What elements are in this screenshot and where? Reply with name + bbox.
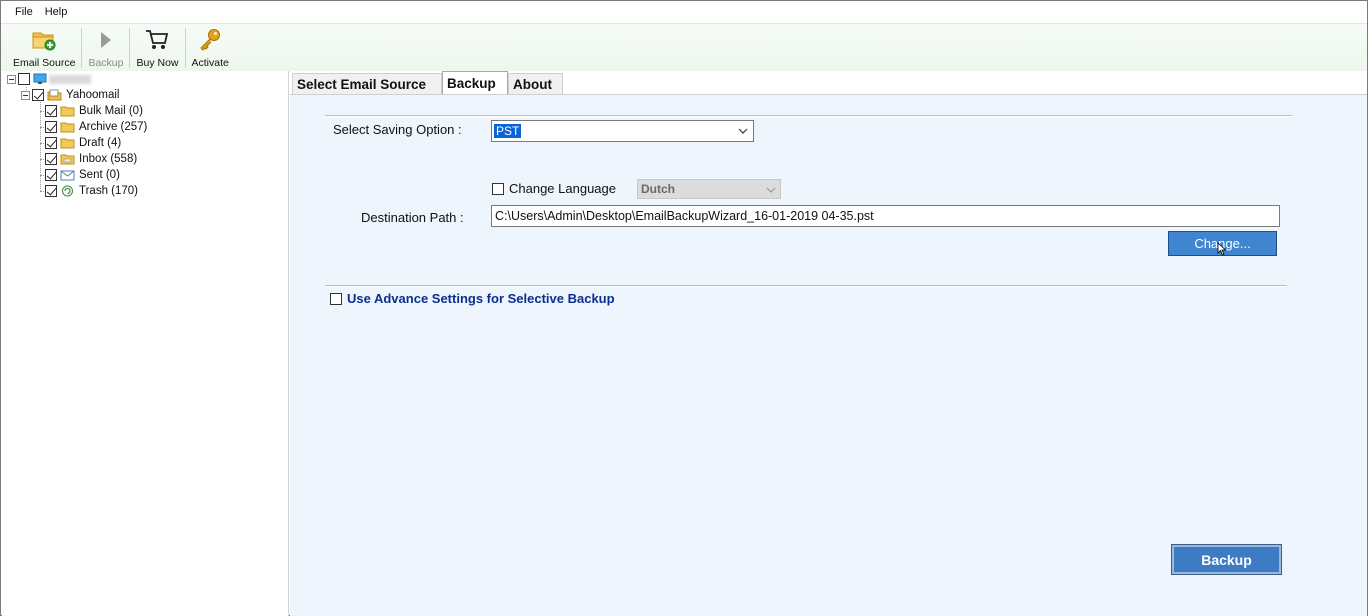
- divider: [325, 115, 1292, 117]
- change-language-box[interactable]: [492, 182, 504, 195]
- tree-folder[interactable]: Trash (170): [45, 183, 138, 199]
- mail-account-icon: [47, 89, 62, 101]
- app-window: File Help Email Source Backup Buy Now Ac…: [0, 0, 1368, 616]
- folder-label: Archive (257): [79, 121, 148, 133]
- tab-backup[interactable]: Backup: [442, 71, 508, 94]
- tree-folder[interactable]: Inbox (558): [45, 151, 137, 167]
- folder-label: Trash (170): [79, 185, 139, 197]
- menu-file[interactable]: File: [9, 6, 39, 18]
- activate-label: Activate: [191, 57, 229, 69]
- backup-button[interactable]: Backup: [1171, 544, 1282, 575]
- account-checkbox[interactable]: [32, 89, 44, 101]
- buy-now-button[interactable]: Buy Now: [130, 24, 184, 70]
- tab-strip: Select Email Source Backup About: [290, 71, 1367, 94]
- account-label: Yahoomail: [66, 89, 120, 101]
- folder-icon: [60, 137, 75, 149]
- change-language-label: Change Language: [509, 181, 616, 196]
- menu-help[interactable]: Help: [39, 6, 74, 18]
- chevron-down-icon: [766, 183, 776, 197]
- backup-button-label: Backup: [1201, 551, 1252, 568]
- folder-checkbox[interactable]: [45, 105, 57, 117]
- root-checkbox[interactable]: [18, 73, 30, 85]
- add-folder-icon: [31, 27, 57, 53]
- chevron-down-icon: [738, 124, 748, 138]
- main-panel: Select Email Source Backup About Select …: [290, 71, 1367, 616]
- folder-checkbox[interactable]: [45, 153, 57, 165]
- tree-account-yahoomail[interactable]: Yahoomail: [21, 87, 120, 103]
- divider: [325, 285, 1287, 287]
- saving-option-label: Select Saving Option :: [333, 122, 462, 137]
- root-name-redacted: [49, 74, 91, 84]
- folder-checkbox[interactable]: [45, 137, 57, 149]
- tree-folder[interactable]: Sent (0): [45, 167, 120, 183]
- backup-toolbar-button[interactable]: Backup: [82, 24, 129, 70]
- folder-label: Inbox (558): [79, 153, 138, 165]
- email-source-button[interactable]: Email Source: [7, 24, 81, 70]
- play-icon: [93, 27, 119, 53]
- email-source-label: Email Source: [13, 57, 76, 69]
- inbox-folder-icon: [60, 153, 75, 165]
- activate-button[interactable]: Activate: [186, 24, 235, 70]
- language-select: Dutch: [637, 179, 781, 199]
- change-language-checkbox[interactable]: Change Language: [492, 181, 616, 196]
- tree-folder[interactable]: Draft (4): [45, 135, 121, 151]
- destination-path-input[interactable]: C:\Users\Admin\Desktop\EmailBackupWizard…: [491, 205, 1280, 227]
- backup-tab-body: Select Saving Option : PST Change Langua…: [290, 94, 1367, 616]
- tree-root[interactable]: [7, 71, 91, 87]
- backup-toolbar-label: Backup: [88, 57, 124, 69]
- cart-icon: [144, 27, 170, 53]
- advance-settings-checkbox[interactable]: Use Advance Settings for Selective Backu…: [330, 291, 615, 306]
- advance-settings-label: Use Advance Settings for Selective Backu…: [347, 291, 615, 306]
- collapse-icon[interactable]: [7, 74, 16, 84]
- mouse-cursor-icon: [1217, 242, 1227, 256]
- trash-folder-icon: [60, 185, 75, 197]
- saving-option-select[interactable]: PST: [491, 120, 754, 142]
- tree-folder[interactable]: Archive (257): [45, 119, 147, 135]
- folder-label: Draft (4): [79, 137, 122, 149]
- folder-tree: Yahoomail Bulk Mail (0) Archive (257) Dr…: [2, 71, 289, 616]
- advance-settings-box[interactable]: [330, 292, 342, 305]
- buy-now-label: Buy Now: [136, 57, 179, 69]
- folder-checkbox[interactable]: [45, 169, 57, 181]
- folder-label: Sent (0): [79, 169, 120, 181]
- destination-path-label: Destination Path :: [361, 210, 464, 225]
- key-icon: [197, 27, 223, 53]
- tree-folder[interactable]: Bulk Mail (0): [45, 103, 143, 119]
- menu-bar: File Help: [1, 1, 1367, 23]
- saving-option-value: PST: [494, 124, 522, 138]
- language-value: Dutch: [641, 182, 675, 196]
- folder-icon: [60, 121, 75, 133]
- folder-label: Bulk Mail (0): [79, 105, 143, 117]
- folder-icon: [60, 105, 75, 117]
- collapse-icon[interactable]: [21, 90, 30, 100]
- computer-icon: [33, 73, 47, 85]
- toolbar: Email Source Backup Buy Now Activate: [1, 23, 1367, 71]
- tab-about[interactable]: About: [508, 73, 563, 94]
- sent-folder-icon: [60, 169, 75, 181]
- folder-checkbox[interactable]: [45, 185, 57, 197]
- tab-select-email-source[interactable]: Select Email Source: [292, 73, 442, 94]
- folder-checkbox[interactable]: [45, 121, 57, 133]
